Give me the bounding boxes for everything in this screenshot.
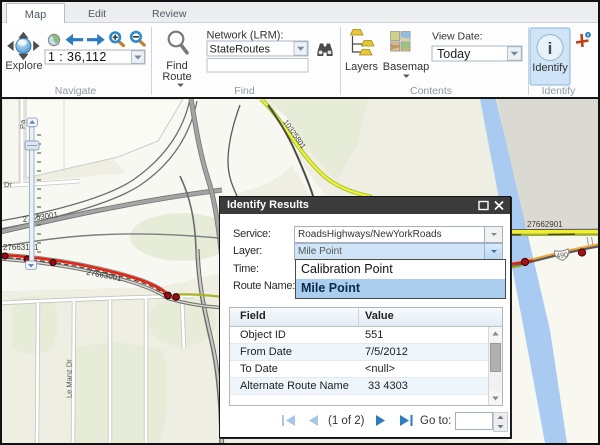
- svg-text:i: i: [548, 39, 553, 58]
- svg-text:Pa: Pa: [18, 119, 27, 129]
- svg-text:Le Manz Dr: Le Manz Dr: [65, 359, 74, 398]
- svg-text:Layers: Layers: [345, 61, 379, 73]
- svg-text:StateRoutes: StateRoutes: [210, 44, 271, 56]
- svg-text:Identify: Identify: [542, 85, 577, 97]
- svg-text:Dr: Dr: [4, 180, 12, 189]
- svg-text:Today: Today: [437, 47, 471, 61]
- svg-text:Route: Route: [162, 71, 191, 83]
- svg-text:27662901: 27662901: [527, 220, 563, 229]
- svg-text:1 : 36,112: 1 : 36,112: [48, 50, 107, 64]
- svg-text:Navigate: Navigate: [55, 85, 97, 97]
- svg-text:Contents: Contents: [410, 85, 452, 97]
- svg-text:Basemap: Basemap: [383, 61, 429, 73]
- svg-text:Explore: Explore: [5, 60, 42, 72]
- svg-text:Network (LRM):: Network (LRM):: [207, 30, 284, 42]
- svg-text:View Date:: View Date:: [432, 31, 483, 43]
- svg-text:Find: Find: [234, 85, 255, 97]
- svg-text:Identify: Identify: [532, 62, 568, 74]
